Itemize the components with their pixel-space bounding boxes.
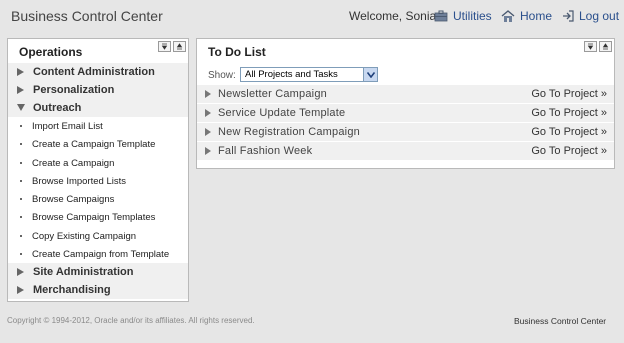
triangle-right-icon xyxy=(205,147,211,155)
minimize-icon xyxy=(587,43,594,50)
outreach-item-import-email-list[interactable]: Import Email List xyxy=(8,117,188,136)
triangle-right-icon xyxy=(17,286,24,295)
operations-title: Operations xyxy=(19,45,83,59)
triangle-right-icon xyxy=(17,68,24,76)
bullet-icon xyxy=(20,143,22,146)
item-label: Create a Campaign xyxy=(32,157,115,169)
project-name: Newsletter Campaign xyxy=(218,88,327,100)
bullet-icon xyxy=(20,216,22,219)
utilities-label: Utilities xyxy=(453,9,492,23)
welcome-message: Welcome, Sonia xyxy=(349,9,437,23)
item-label: Import Email List xyxy=(32,121,103,132)
bullet-icon xyxy=(20,125,22,127)
go-to-project-link[interactable]: Go To Project » xyxy=(531,107,607,119)
bullet-icon xyxy=(20,198,22,201)
triangle-right-icon xyxy=(205,109,211,117)
item-label: Copy Existing Campaign xyxy=(32,230,137,242)
outreach-item-browse-imported-lists[interactable]: Browse Imported Lists xyxy=(8,171,188,191)
triangle-right-icon xyxy=(17,86,24,94)
item-label: Browse Campaign Templates xyxy=(32,212,156,224)
section-site-administration[interactable]: Site Administration xyxy=(8,263,188,282)
home-link[interactable]: Home xyxy=(501,7,552,25)
show-filter-value: All Projects and Tasks xyxy=(245,69,338,80)
section-label: Personalization xyxy=(33,84,115,96)
section-content-administration[interactable]: Content Administration xyxy=(8,63,188,81)
operations-panel: Operations Content Administration Person… xyxy=(7,38,189,302)
todo-row-fall-fashion-week[interactable]: Fall Fashion Week Go To Project » xyxy=(197,142,614,161)
project-name: Service Update Template xyxy=(218,107,346,119)
collapse-icon xyxy=(602,43,609,50)
minimize-icon xyxy=(161,43,168,50)
triangle-right-icon xyxy=(205,90,211,98)
house-icon xyxy=(501,10,515,22)
section-label: Merchandising xyxy=(33,284,111,297)
go-to-project-link[interactable]: Go To Project » xyxy=(531,126,607,138)
outreach-item-copy-existing-campaign[interactable]: Copy Existing Campaign xyxy=(8,226,188,246)
bullet-icon xyxy=(20,234,22,237)
toolbox-icon xyxy=(434,10,448,22)
go-to-project-link[interactable]: Go To Project » xyxy=(531,88,607,100)
triangle-right-icon xyxy=(17,268,24,277)
todo-panel: To Do List Show: All Projects and Tasks … xyxy=(196,38,615,169)
todo-collapse-button[interactable] xyxy=(599,41,612,52)
app-title: Business Control Center xyxy=(11,8,163,24)
project-name: New Registration Campaign xyxy=(218,126,360,138)
outreach-item-browse-campaigns[interactable]: Browse Campaigns xyxy=(8,190,188,209)
collapse-icon xyxy=(176,43,183,50)
todo-minimize-button[interactable] xyxy=(584,41,597,52)
section-outreach[interactable]: Outreach xyxy=(8,99,188,117)
project-name: Fall Fashion Week xyxy=(218,145,313,157)
item-label: Create a Campaign Template xyxy=(32,139,156,151)
section-personalization[interactable]: Personalization xyxy=(8,81,188,99)
section-label: Content Administration xyxy=(33,66,155,78)
outreach-item-create-campaign-from-template[interactable]: Create Campaign from Template xyxy=(8,245,188,264)
todo-row-newsletter-campaign[interactable]: Newsletter Campaign Go To Project » xyxy=(197,85,614,104)
item-label: Browse Imported Lists xyxy=(32,175,126,187)
logout-arrow-icon xyxy=(563,10,574,22)
todo-row-service-update-template[interactable]: Service Update Template Go To Project » xyxy=(197,104,614,123)
operations-collapse-button[interactable] xyxy=(173,41,186,52)
logout-label: Log out xyxy=(579,9,620,23)
item-label: Browse Campaigns xyxy=(32,194,115,206)
go-to-project-link[interactable]: Go To Project » xyxy=(531,145,607,157)
todo-row-new-registration-campaign[interactable]: New Registration Campaign Go To Project … xyxy=(197,123,614,142)
copyright-text: Copyright © 1994-2012, Oracle and/or its… xyxy=(7,316,255,325)
todo-list: Newsletter Campaign Go To Project » Serv… xyxy=(197,85,614,161)
show-filter-select[interactable]: All Projects and Tasks xyxy=(240,67,378,82)
item-label: Create Campaign from Template xyxy=(32,249,170,261)
outreach-item-browse-campaign-templates[interactable]: Browse Campaign Templates xyxy=(8,208,188,227)
show-filter-label: Show: xyxy=(208,70,236,81)
outreach-item-create-campaign[interactable]: Create a Campaign xyxy=(8,153,188,172)
bullet-icon xyxy=(20,161,22,164)
bullet-icon xyxy=(20,179,22,182)
section-merchandising[interactable]: Merchandising xyxy=(8,281,188,300)
section-label: Outreach xyxy=(33,102,82,114)
operations-minimize-button[interactable] xyxy=(158,41,171,52)
bullet-icon xyxy=(20,253,22,256)
utilities-link[interactable]: Utilities xyxy=(434,7,492,25)
operations-list: Content Administration Personalization O… xyxy=(8,63,188,300)
section-label: Site Administration xyxy=(33,266,134,279)
triangle-down-icon xyxy=(17,104,25,111)
outreach-item-create-campaign-template[interactable]: Create a Campaign Template xyxy=(8,135,188,154)
todo-title: To Do List xyxy=(208,45,266,59)
dropdown-arrow-icon[interactable] xyxy=(363,68,377,81)
logout-link[interactable]: Log out xyxy=(562,7,619,25)
triangle-right-icon xyxy=(205,128,211,136)
home-label: Home xyxy=(520,9,553,23)
footer-brand: Business Control Center xyxy=(514,316,607,326)
